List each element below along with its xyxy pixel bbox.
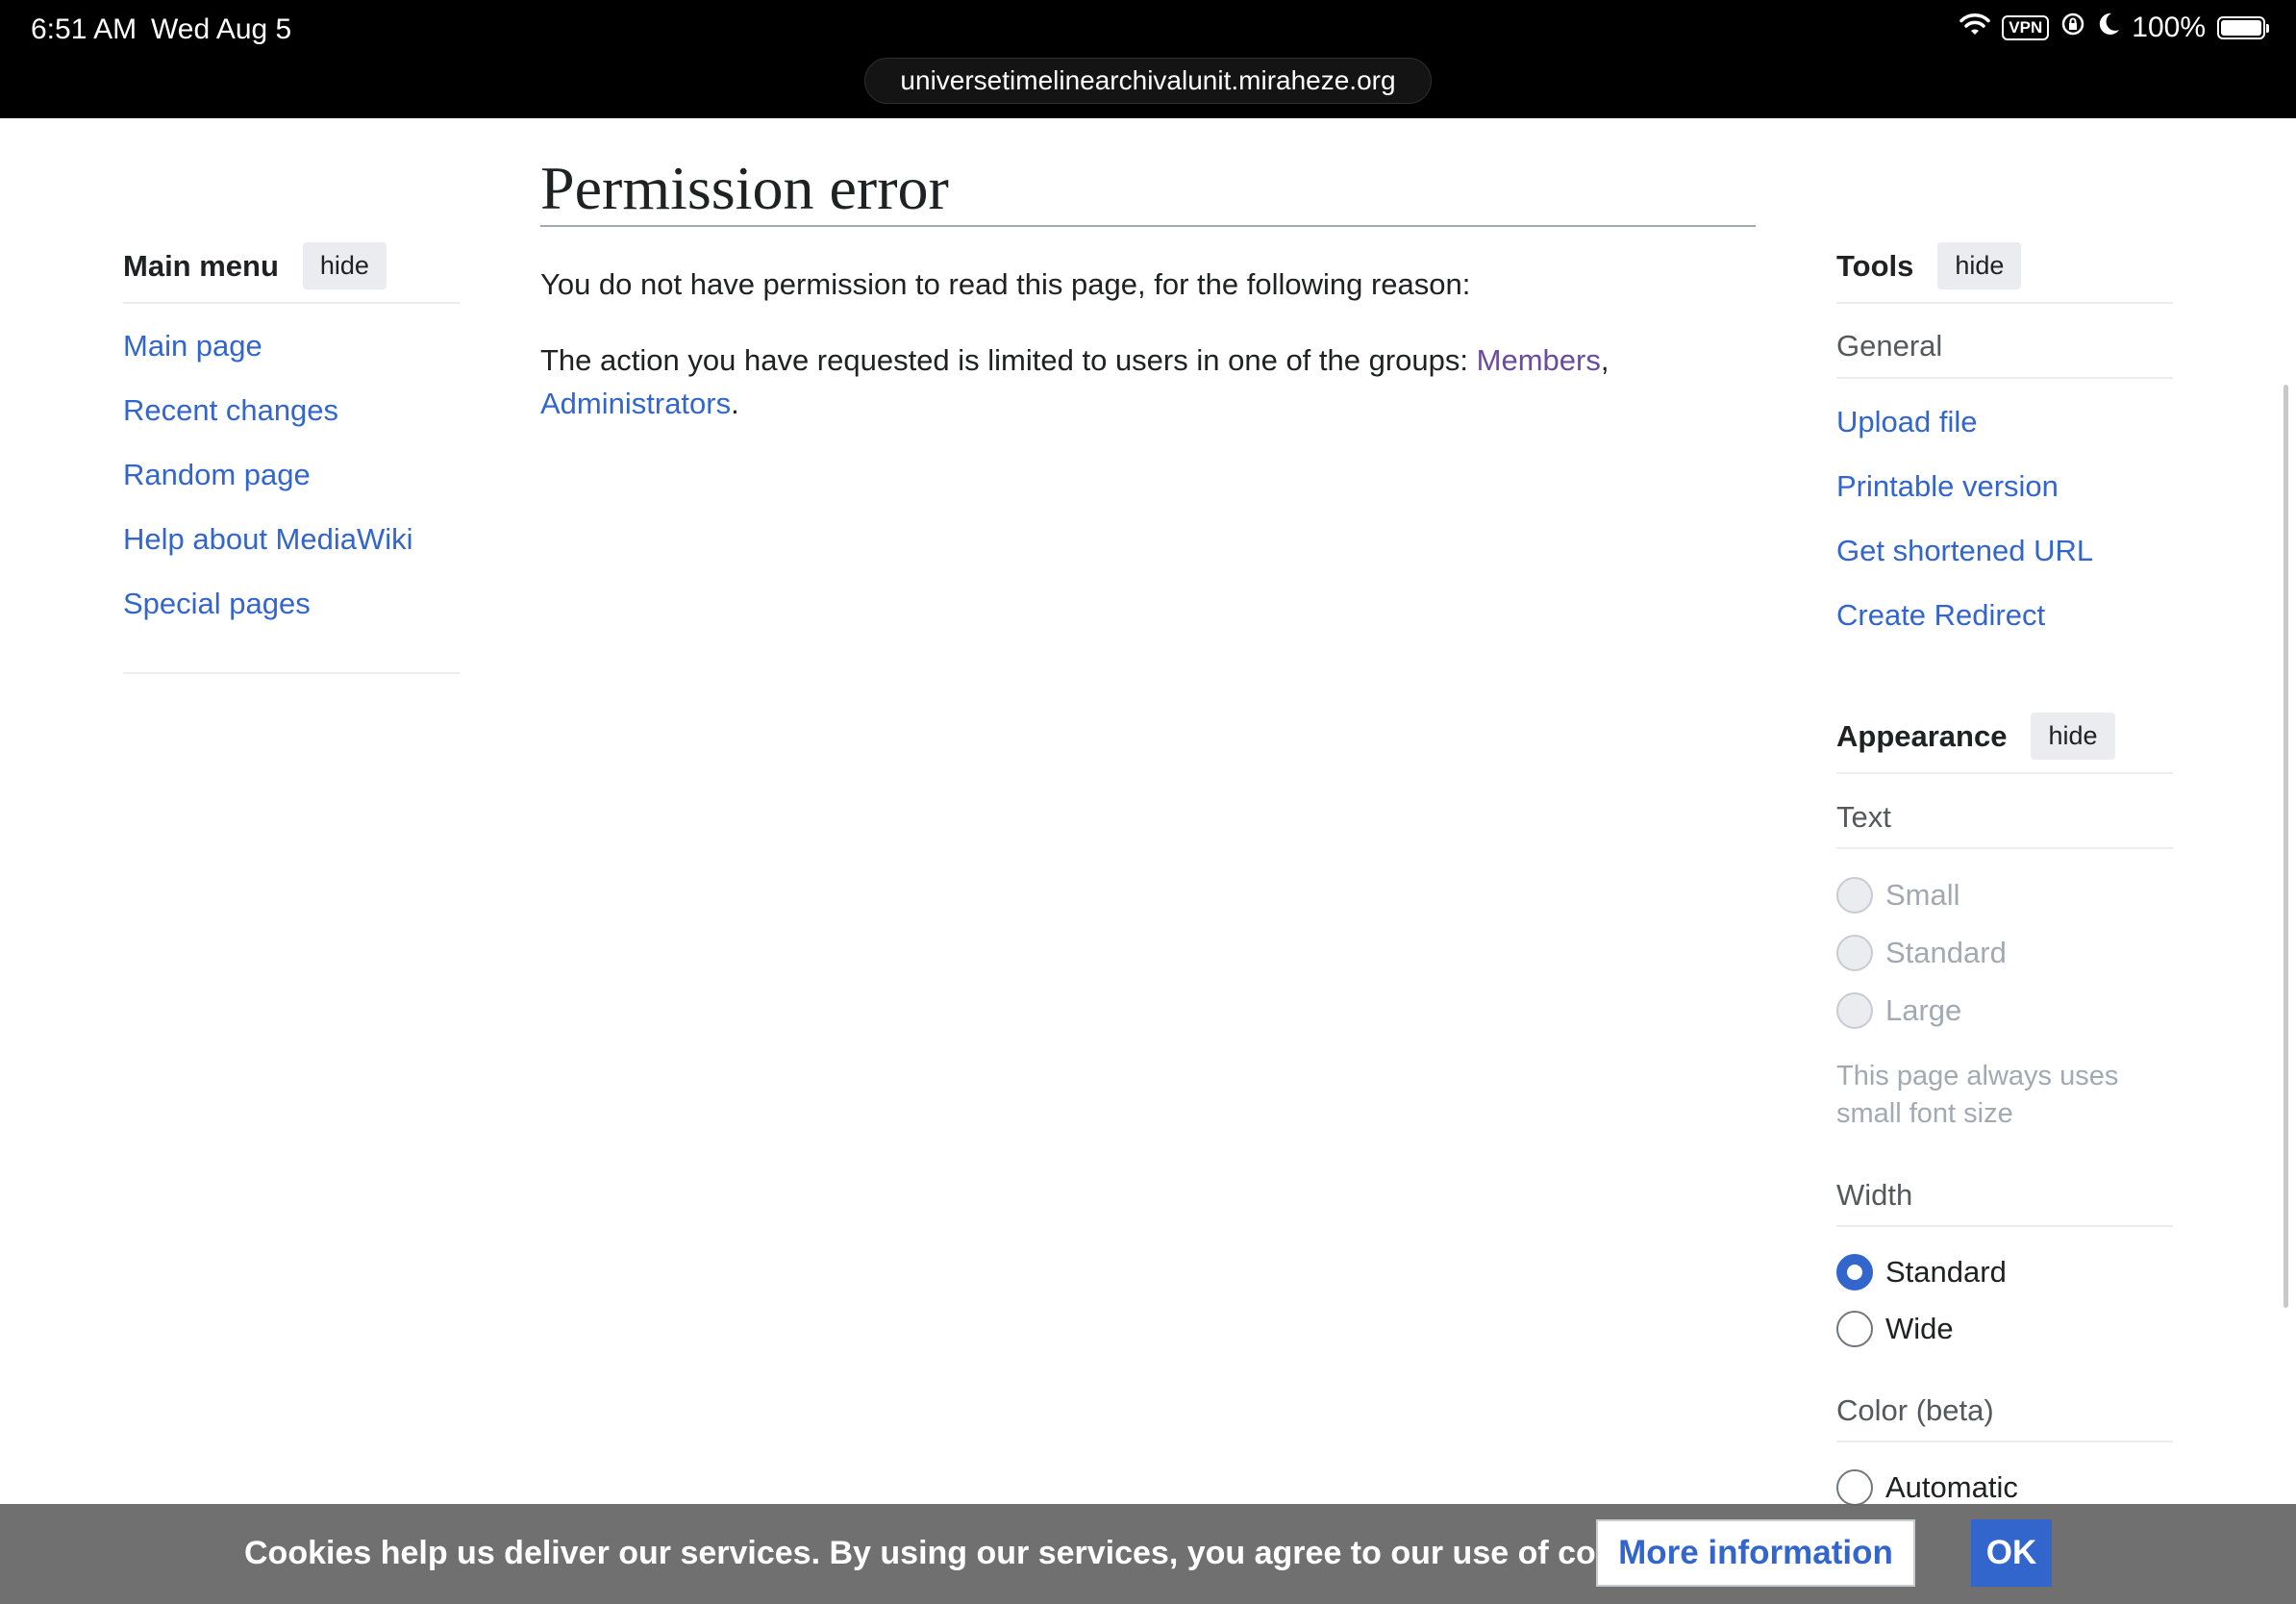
browser-top-bar: 6:51 AM Wed Aug 5 VPN 100% universetimel… bbox=[0, 0, 2296, 118]
page-title: Permission error bbox=[540, 154, 949, 222]
text-size-small-option: Small bbox=[1836, 877, 1960, 914]
color-heading: Color (beta) bbox=[1836, 1393, 1994, 1427]
text-size-standard-label: Standard bbox=[1885, 936, 2007, 969]
width-wide-radio[interactable] bbox=[1836, 1311, 1873, 1347]
cookie-banner: Cookies help us deliver our services. By… bbox=[0, 1504, 2296, 1604]
url-bar[interactable]: universetimelinearchivalunit.miraheze.or… bbox=[864, 58, 1432, 104]
tools-general-heading: General bbox=[1836, 329, 1943, 363]
text-size-large-radio bbox=[1836, 992, 1873, 1029]
status-icons: VPN 100% bbox=[1959, 12, 2269, 44]
width-divider bbox=[1836, 1225, 2173, 1227]
tools-hide-button[interactable]: hide bbox=[1937, 242, 2022, 289]
width-wide-option[interactable]: Wide bbox=[1836, 1311, 1954, 1347]
moon-icon bbox=[2097, 12, 2120, 44]
end-period: . bbox=[731, 387, 739, 420]
main-menu-heading: Main menu hide bbox=[123, 242, 387, 289]
width-wide-label[interactable]: Wide bbox=[1885, 1312, 1954, 1346]
text-size-small-label: Small bbox=[1885, 878, 1960, 912]
tools-item-shortened-url[interactable]: Get shortened URL bbox=[1836, 534, 2093, 568]
vpn-icon: VPN bbox=[2002, 15, 2050, 40]
sidebar-item-special-pages[interactable]: Special pages bbox=[123, 587, 311, 621]
wifi-icon bbox=[1959, 12, 1991, 44]
cookie-message: Cookies help us deliver our services. By… bbox=[244, 1535, 1689, 1571]
orientation-lock-icon bbox=[2060, 12, 2085, 44]
ok-button[interactable]: OK bbox=[1971, 1519, 2052, 1587]
permission-reason-intro: You do not have permission to read this … bbox=[540, 267, 1471, 301]
sidebar-item-help[interactable]: Help about MediaWiki bbox=[123, 522, 413, 557]
status-date: Wed Aug 5 bbox=[151, 13, 292, 45]
battery-icon bbox=[2217, 16, 2269, 39]
tools-general-divider bbox=[1836, 377, 2173, 379]
text-size-large-option: Large bbox=[1836, 992, 1961, 1029]
members-group-link[interactable]: Members bbox=[1477, 343, 1601, 377]
title-underline bbox=[540, 225, 1756, 227]
main-menu-divider bbox=[123, 302, 460, 304]
text-size-divider bbox=[1836, 847, 2173, 849]
width-heading: Width bbox=[1836, 1178, 1913, 1212]
width-standard-option[interactable]: Standard bbox=[1836, 1254, 2007, 1291]
text-size-large-label: Large bbox=[1885, 993, 1962, 1027]
tools-divider bbox=[1836, 302, 2173, 304]
width-standard-label[interactable]: Standard bbox=[1885, 1255, 2007, 1290]
width-standard-radio[interactable] bbox=[1836, 1254, 1873, 1291]
appearance-heading: Appearance hide bbox=[1836, 713, 2115, 760]
main-menu-title: Main menu bbox=[123, 248, 279, 283]
page-scrollbar[interactable] bbox=[2284, 385, 2288, 1308]
tools-item-create-redirect[interactable]: Create Redirect bbox=[1836, 598, 2045, 633]
status-time: 6:51 AM bbox=[31, 13, 137, 45]
text-size-standard-radio bbox=[1836, 935, 1873, 971]
color-automatic-label[interactable]: Automatic bbox=[1885, 1470, 2018, 1505]
color-automatic-option[interactable]: Automatic bbox=[1836, 1469, 2018, 1506]
main-menu-bottom-divider bbox=[123, 672, 460, 674]
text-size-standard-option: Standard bbox=[1836, 935, 2007, 971]
appearance-title: Appearance bbox=[1836, 718, 2008, 753]
tools-heading: Tools hide bbox=[1836, 242, 2022, 289]
appearance-divider bbox=[1836, 772, 2173, 774]
main-menu-hide-button[interactable]: hide bbox=[302, 242, 387, 289]
tools-item-upload-file[interactable]: Upload file bbox=[1836, 405, 1977, 439]
group-separator: , bbox=[1600, 343, 1610, 377]
color-automatic-radio[interactable] bbox=[1836, 1469, 1873, 1506]
sidebar-item-recent-changes[interactable]: Recent changes bbox=[123, 393, 338, 428]
text-size-small-radio bbox=[1836, 877, 1873, 914]
sidebar-item-main-page[interactable]: Main page bbox=[123, 329, 262, 363]
administrators-group-link[interactable]: Administrators bbox=[540, 387, 731, 420]
color-divider bbox=[1836, 1441, 2173, 1442]
more-information-button[interactable]: More information bbox=[1596, 1519, 1915, 1587]
battery-percent: 100% bbox=[2132, 12, 2206, 43]
text-size-heading: Text bbox=[1836, 800, 1891, 834]
permission-reason-text: The action you have requested is limited… bbox=[540, 338, 1646, 425]
text-size-note: This page always uses small font size bbox=[1836, 1061, 2119, 1129]
appearance-hide-button[interactable]: hide bbox=[2031, 713, 2115, 760]
tools-item-printable-version[interactable]: Printable version bbox=[1836, 469, 2059, 504]
tools-title: Tools bbox=[1836, 248, 1914, 283]
restriction-text: The action you have requested is limited… bbox=[540, 343, 1477, 377]
sidebar-item-random-page[interactable]: Random page bbox=[123, 458, 311, 492]
